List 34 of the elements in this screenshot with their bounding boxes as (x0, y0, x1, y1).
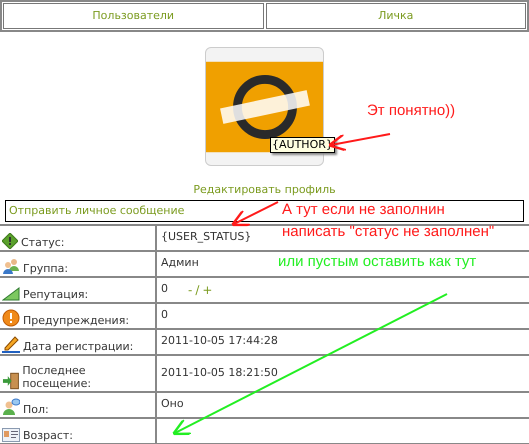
signal-icon (2, 286, 20, 300)
field-label: Репутация: (23, 288, 88, 300)
reputation-link[interactable]: - (188, 280, 192, 298)
field-label: Группа: (23, 262, 68, 274)
reputation-link[interactable]: / (195, 280, 200, 298)
user-icon (2, 398, 20, 416)
field-label: Возраст: (23, 428, 74, 442)
field-label: Последнее посещение: (22, 364, 92, 390)
field-value: 2011-10-05 18:21:50 (161, 364, 278, 381)
field-value: 0 (161, 307, 168, 324)
nav-tab[interactable]: Личка (266, 3, 526, 29)
users-icon (2, 256, 20, 274)
field-label: Предупреждения: (23, 314, 130, 326)
reputation-link[interactable]: + (202, 280, 212, 298)
id-card-icon (2, 428, 20, 442)
pencil-icon (2, 334, 20, 352)
field-value: 0 (161, 281, 168, 298)
annotation-text: Эт понятно)) (367, 101, 456, 121)
send-message-link[interactable]: Отправить личное сообщение (9, 204, 184, 216)
edit-profile-link[interactable]: Редактировать профиль (193, 182, 336, 198)
tooltip: {AUTHOR} (270, 137, 335, 153)
nav-tab[interactable]: Пользователи (3, 3, 264, 29)
annotation-text: А тут если не заполнин написать "статус не заполнен" (282, 200, 494, 242)
field-label: Дата регистрации: (23, 340, 134, 352)
door-icon (2, 372, 20, 390)
field-value: {USER_STATUS} (161, 229, 252, 246)
field-label: Статус: (21, 236, 65, 248)
field-value: Админ (161, 255, 199, 272)
field-label: Пол: (23, 402, 49, 416)
field-value: 2011-10-05 17:44:28 (161, 333, 278, 350)
diamond-icon (2, 232, 18, 248)
annotation-arrow (231, 201, 278, 226)
annotation-text: или пустым оставить как тут (278, 252, 476, 272)
field-value: Оно (161, 396, 184, 412)
